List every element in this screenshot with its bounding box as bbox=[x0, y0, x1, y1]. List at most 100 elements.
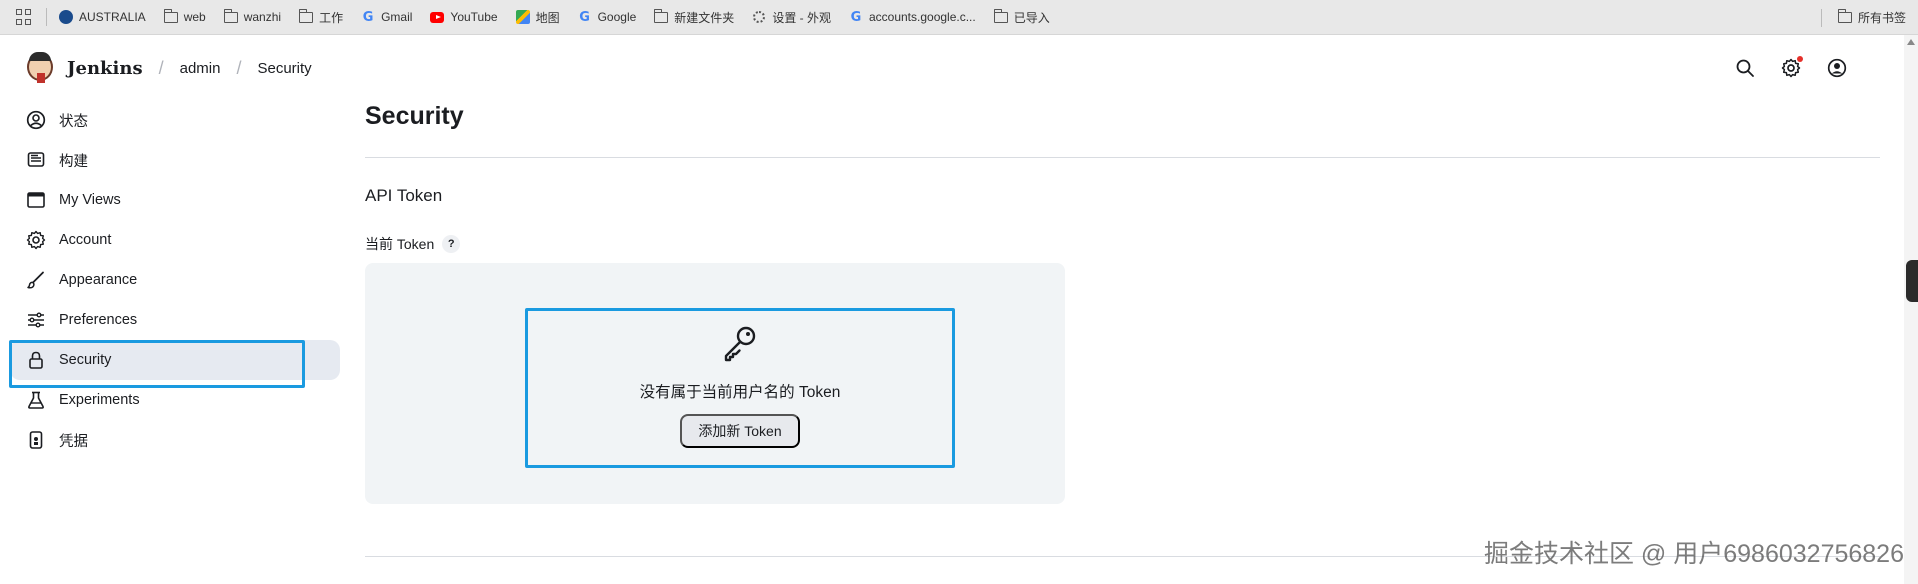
bookmark-label: Gmail bbox=[381, 10, 413, 24]
bookmark-label: wanzhi bbox=[243, 10, 282, 24]
add-new-token-button[interactable]: 添加新 Token bbox=[680, 414, 800, 448]
folder-icon bbox=[223, 8, 238, 24]
title-divider bbox=[365, 157, 1880, 158]
bookmark-folder-work[interactable]: 工作 bbox=[299, 8, 344, 26]
folder-icon bbox=[993, 8, 1008, 24]
bookmark-label: Google bbox=[597, 10, 637, 24]
google-icon: G bbox=[362, 9, 374, 25]
brush-icon bbox=[25, 269, 47, 291]
page-title: Security bbox=[365, 102, 464, 130]
bookmark-folder-imported[interactable]: 已导入 bbox=[993, 8, 1050, 26]
breadcrumb-separator: / bbox=[158, 57, 164, 78]
bookmark-label: accounts.google.c... bbox=[868, 10, 976, 24]
sidebar-item-label: Account bbox=[59, 232, 112, 248]
breadcrumb-separator: / bbox=[236, 57, 242, 78]
bookmark-label: YouTube bbox=[450, 10, 498, 24]
user-circle-icon bbox=[1827, 58, 1847, 78]
key-icon bbox=[720, 323, 760, 368]
section-title-api-token: API Token bbox=[365, 186, 443, 205]
header-actions bbox=[1722, 35, 1860, 101]
side-panel-tab[interactable] bbox=[1906, 260, 1918, 302]
flask-icon bbox=[25, 389, 47, 411]
empty-state-highlight-box: 没有属于当前用户名的 Token 添加新 Token bbox=[525, 308, 955, 468]
folder-icon bbox=[654, 8, 669, 24]
jenkins-logo-icon[interactable] bbox=[25, 51, 55, 85]
sidebar-item-label: 状态 bbox=[59, 113, 88, 130]
manage-jenkins-button[interactable] bbox=[1768, 48, 1814, 88]
sidebar-item-experiments[interactable]: Experiments bbox=[10, 380, 340, 420]
user-circle-icon bbox=[25, 109, 47, 131]
bookmarks-divider bbox=[1820, 8, 1822, 27]
all-bookmarks-label: 所有书签 bbox=[1857, 11, 1906, 25]
help-icon[interactable]: ? bbox=[442, 235, 461, 253]
empty-state-message: 没有属于当前用户名的 Token bbox=[639, 384, 841, 401]
bookmark-label: 新建文件夹 bbox=[674, 10, 735, 25]
bookmark-label: 工作 bbox=[319, 10, 344, 25]
vertical-scrollbar[interactable] bbox=[1904, 35, 1918, 584]
sidebar-item-status[interactable]: 状态 bbox=[10, 100, 340, 140]
youtube-icon bbox=[430, 10, 445, 24]
globe-icon bbox=[59, 10, 73, 24]
notification-dot bbox=[1797, 56, 1803, 62]
bookmark-australia[interactable]: AUSTRALIA bbox=[59, 10, 146, 24]
bookmark-settings[interactable]: 设置 - 外观 bbox=[752, 9, 831, 26]
sidebar-item-label: 构建 bbox=[59, 153, 88, 170]
bookmark-google[interactable]: G Google bbox=[578, 9, 637, 25]
apps-grid-icon[interactable] bbox=[16, 9, 32, 25]
breadcrumb-admin[interactable]: admin bbox=[180, 60, 221, 77]
search-button[interactable] bbox=[1722, 48, 1768, 88]
build-history-icon bbox=[25, 149, 47, 171]
scroll-up-arrow-icon[interactable] bbox=[1907, 39, 1915, 45]
brand-link[interactable]: Jenkins bbox=[67, 58, 143, 79]
bookmark-maps[interactable]: 地图 bbox=[515, 9, 560, 26]
bookmark-folder-web[interactable]: web bbox=[163, 8, 206, 24]
maps-icon bbox=[515, 10, 530, 24]
current-token-text: 当前 Token bbox=[365, 236, 435, 252]
main-content: Security API Token 当前 Token ? 没有属于当前用户名的… bbox=[365, 100, 1880, 557]
folder-icon bbox=[163, 8, 178, 24]
bookmark-folder-wanzhi[interactable]: wanzhi bbox=[223, 8, 282, 24]
watermark-text: 掘金技术社区 @ 用户6986032756826 bbox=[1483, 540, 1904, 568]
page-header: Jenkins / admin / Security bbox=[0, 35, 1900, 101]
sidebar-item-credentials[interactable]: 凭据 bbox=[10, 420, 340, 460]
bookmark-folder-new[interactable]: 新建文件夹 bbox=[654, 8, 735, 26]
bookmark-label: AUSTRALIA bbox=[79, 10, 146, 24]
bookmark-youtube[interactable]: YouTube bbox=[430, 10, 498, 24]
folder-icon bbox=[299, 8, 314, 24]
sidebar: 状态 构建 My Views Account Appearance Prefer… bbox=[9, 100, 340, 460]
sidebar-item-my-views[interactable]: My Views bbox=[10, 180, 340, 220]
folder-icon bbox=[1837, 9, 1852, 25]
gear-icon bbox=[752, 10, 766, 24]
bookmarks-bar: AUSTRALIA web wanzhi 工作 G Gmail YouTube … bbox=[0, 0, 1918, 35]
breadcrumb-security[interactable]: Security bbox=[257, 60, 311, 77]
google-icon: G bbox=[579, 9, 590, 25]
sidebar-item-label: My Views bbox=[59, 192, 121, 208]
sidebar-item-preferences[interactable]: Preferences bbox=[10, 300, 340, 340]
bookmark-gmail[interactable]: G Gmail bbox=[361, 9, 413, 25]
sliders-icon bbox=[25, 309, 47, 331]
user-menu-button[interactable] bbox=[1814, 48, 1860, 88]
credentials-icon bbox=[25, 429, 47, 451]
gear-icon bbox=[25, 229, 47, 251]
bookmark-label: 已导入 bbox=[1013, 10, 1050, 25]
all-bookmarks-area: 所有书签 bbox=[1820, 0, 1906, 35]
all-bookmarks-button[interactable]: 所有书签 bbox=[1837, 9, 1906, 26]
sidebar-item-label: Experiments bbox=[59, 392, 140, 408]
search-icon bbox=[1736, 59, 1754, 77]
sidebar-item-label: 凭据 bbox=[59, 433, 88, 450]
sidebar-item-security[interactable]: Security bbox=[9, 340, 340, 388]
bookmark-label: web bbox=[183, 10, 206, 24]
bookmark-label: 地图 bbox=[535, 10, 560, 25]
bookmarks-divider bbox=[46, 8, 47, 26]
token-list-panel: 没有属于当前用户名的 Token 添加新 Token bbox=[365, 263, 1065, 504]
sidebar-item-label: Appearance bbox=[59, 272, 138, 288]
bookmark-label: 设置 - 外观 bbox=[772, 10, 831, 25]
sidebar-item-appearance[interactable]: Appearance bbox=[10, 260, 340, 300]
window-icon bbox=[25, 189, 47, 211]
bookmark-accounts[interactable]: G accounts.google.c... bbox=[849, 9, 976, 25]
sidebar-item-account[interactable]: Account bbox=[10, 220, 340, 260]
sidebar-item-label: Preferences bbox=[59, 312, 138, 328]
sidebar-item-builds[interactable]: 构建 bbox=[10, 140, 340, 180]
current-token-label: 当前 Token ? bbox=[365, 234, 461, 254]
google-icon: G bbox=[850, 9, 862, 25]
